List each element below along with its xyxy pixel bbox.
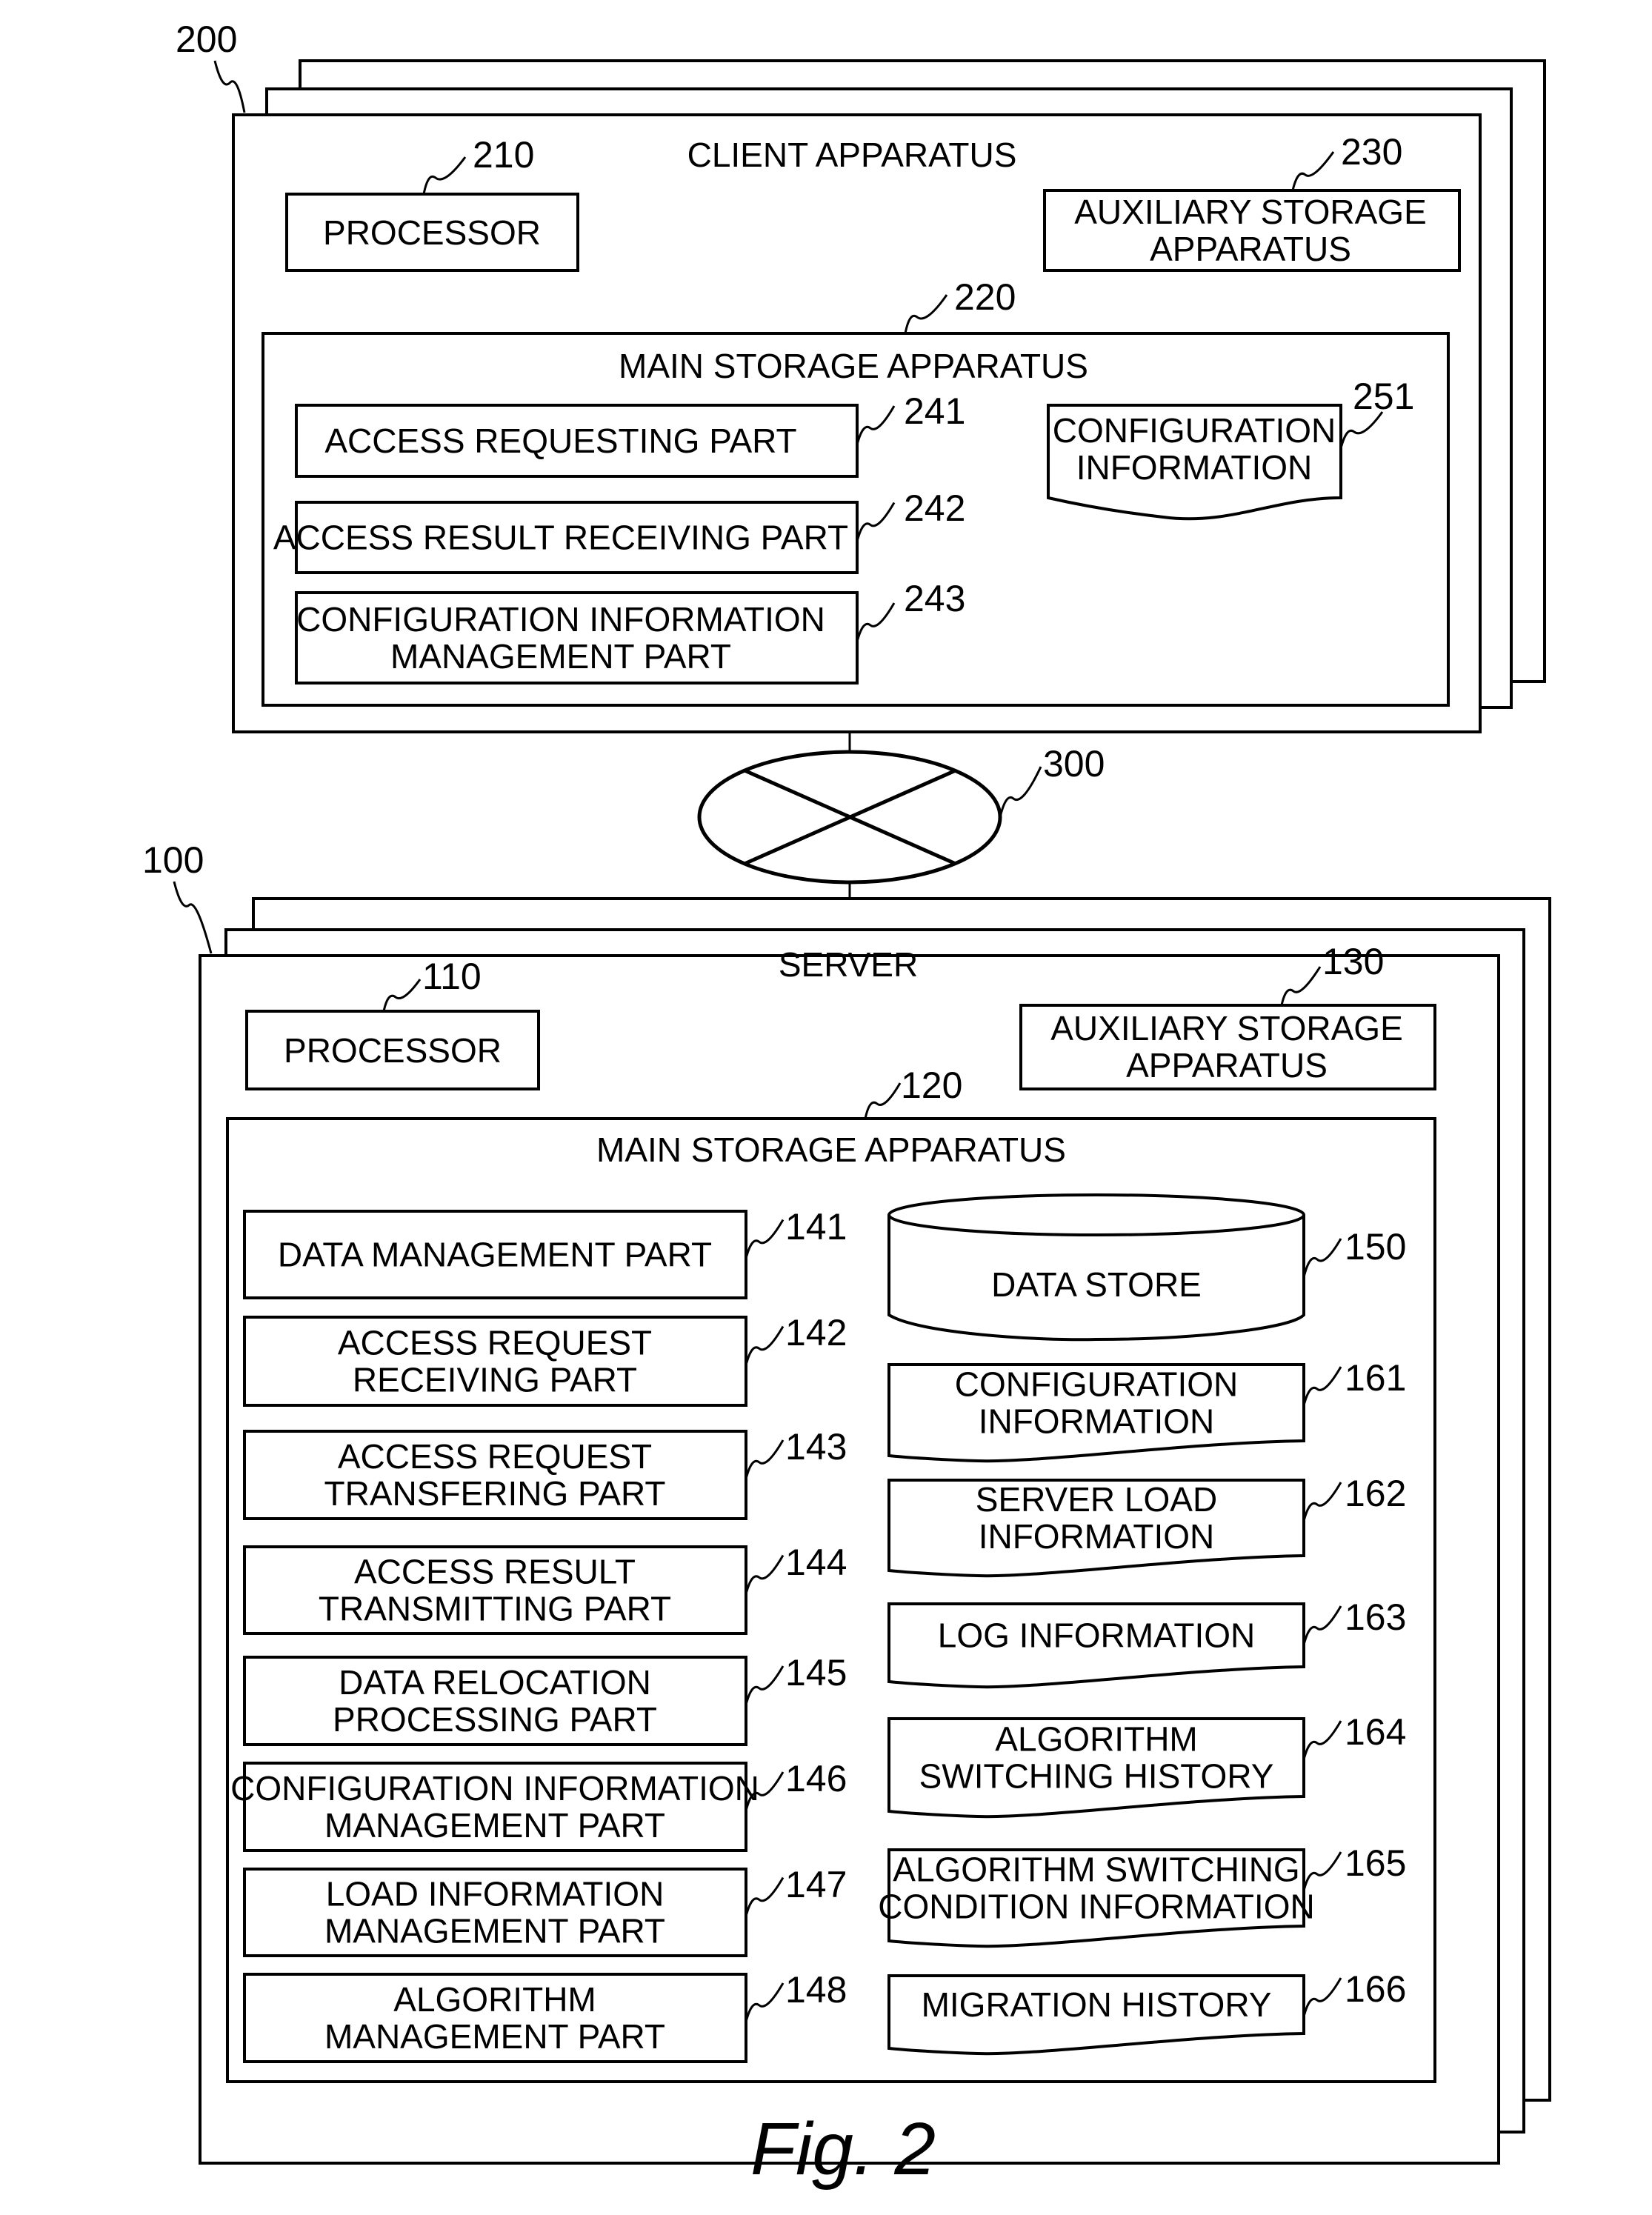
client-config-info-ref: 251 bbox=[1353, 376, 1414, 417]
client-processor-ref: 210 bbox=[473, 134, 534, 176]
network-ref: 300 bbox=[1043, 743, 1105, 785]
server: 100 SERVER PROCESSOR 110 AUXILIARY STORA… bbox=[142, 839, 1551, 2165]
label-line: DATA RELOCATION bbox=[339, 1663, 651, 1702]
server-aux-ref: 130 bbox=[1322, 941, 1384, 982]
part-ref: 142 bbox=[785, 1312, 847, 1353]
server-main-storage-title: MAIN STORAGE APPARATUS bbox=[596, 1130, 1066, 1169]
part-ref: 147 bbox=[785, 1864, 847, 1905]
part-ref: 242 bbox=[904, 487, 965, 529]
server-main-ref: 120 bbox=[901, 1065, 962, 1106]
label-line: ACCESS REQUEST bbox=[338, 1437, 652, 1476]
label-line: TRANSMITTING PART bbox=[319, 1590, 671, 1628]
part-ref: 143 bbox=[785, 1426, 847, 1468]
client-main-ref: 220 bbox=[954, 276, 1016, 318]
label-line: TRANSFERING PART bbox=[324, 1474, 666, 1513]
label-line: INFORMATION bbox=[1076, 448, 1313, 487]
label-line: LOG INFORMATION bbox=[938, 1616, 1256, 1655]
server-processor-label: PROCESSOR bbox=[284, 1031, 502, 1070]
label-line: DATA MANAGEMENT PART bbox=[278, 1236, 712, 1274]
system-configuration-diagram: 200 CLIENT APPARATUS PROCESSOR 210 AUXIL… bbox=[142, 19, 1551, 2191]
data-ref: 161 bbox=[1345, 1357, 1406, 1399]
server-ref-label: 100 bbox=[142, 839, 204, 881]
data-ref: 164 bbox=[1345, 1711, 1406, 1753]
client-processor-label: PROCESSOR bbox=[323, 213, 541, 252]
client-aux-ref: 230 bbox=[1341, 131, 1402, 173]
part-ref: 146 bbox=[785, 1758, 847, 1799]
data-store-ref: 150 bbox=[1345, 1226, 1406, 1268]
data-store-label: DATA STORE bbox=[991, 1265, 1202, 1304]
part-ref: 148 bbox=[785, 1969, 847, 2011]
label-line: CONDITION INFORMATION bbox=[878, 1888, 1314, 1926]
label-line: PROCESSOR bbox=[323, 213, 541, 252]
label-line: SERVER LOAD bbox=[976, 1480, 1217, 1519]
label-line: ACCESS REQUEST bbox=[338, 1324, 652, 1362]
server-title: SERVER bbox=[779, 945, 918, 984]
label-line: ACCESS RESULT bbox=[354, 1553, 636, 1591]
label-line: SWITCHING HISTORY bbox=[919, 1757, 1274, 1796]
part-ref: 144 bbox=[785, 1542, 847, 1583]
label-line: RECEIVING PART bbox=[353, 1361, 637, 1399]
label-line: CONFIGURATION INFORMATION bbox=[230, 1769, 759, 1808]
data-ref: 162 bbox=[1345, 1473, 1406, 1514]
label-line: ALGORITHM SWITCHING bbox=[893, 1851, 1299, 1889]
part-ref: 241 bbox=[904, 390, 965, 432]
label-line: ALGORITHM bbox=[995, 1720, 1197, 1759]
label-line: CONFIGURATION bbox=[1053, 411, 1336, 450]
data-ref: 165 bbox=[1345, 1842, 1406, 1884]
network-leader bbox=[999, 766, 1042, 818]
data-store-cylinder-top bbox=[887, 1193, 1305, 1236]
label-line: APPARATUS bbox=[1150, 230, 1351, 268]
label-line: APPARATUS bbox=[1126, 1046, 1328, 1085]
label-line: LOAD INFORMATION bbox=[326, 1875, 665, 1913]
client-title: CLIENT APPARATUS bbox=[687, 136, 1017, 174]
label-line: AUXILIARY STORAGE bbox=[1050, 1009, 1403, 1047]
label-line: MANAGEMENT PART bbox=[324, 1806, 665, 1845]
network: 300 bbox=[697, 732, 1105, 899]
label-line: ACCESS REQUESTING PART bbox=[324, 422, 796, 460]
client-ref-label: 200 bbox=[176, 19, 237, 60]
data-ref: 166 bbox=[1345, 1968, 1406, 2010]
part-ref: 243 bbox=[904, 578, 965, 619]
label-line: INFORMATION bbox=[979, 1402, 1215, 1441]
label-line: MANAGEMENT PART bbox=[324, 2017, 665, 2056]
label-line: ACCESS RESULT RECEIVING PART bbox=[273, 519, 848, 557]
client-apparatus: 200 CLIENT APPARATUS PROCESSOR 210 AUXIL… bbox=[176, 19, 1546, 733]
label-line: AUXILIARY STORAGE bbox=[1074, 193, 1427, 231]
server-processor-ref: 110 bbox=[422, 956, 482, 997]
label-line: INFORMATION bbox=[979, 1517, 1215, 1556]
figure-caption: Fig. 2 bbox=[750, 2108, 936, 2191]
label-line: CONFIGURATION INFORMATION bbox=[296, 600, 825, 639]
label-line: DATA STORE bbox=[991, 1265, 1202, 1304]
label-line: CONFIGURATION bbox=[955, 1365, 1238, 1404]
client-main-storage-title: MAIN STORAGE APPARATUS bbox=[619, 347, 1088, 385]
client-leader-squiggle bbox=[213, 60, 246, 113]
client-config-info-label: CONFIGURATIONINFORMATION bbox=[1053, 411, 1336, 487]
label-line: MIGRATION HISTORY bbox=[922, 1985, 1272, 2024]
label-line: ALGORITHM bbox=[393, 1980, 596, 2019]
label-line: PROCESSOR bbox=[284, 1031, 502, 1070]
label-line: MANAGEMENT PART bbox=[390, 637, 731, 676]
part-ref: 145 bbox=[785, 1652, 847, 1693]
data-ref: 163 bbox=[1345, 1596, 1406, 1638]
label-line: PROCESSING PART bbox=[333, 1700, 657, 1739]
server-leader-squiggle bbox=[173, 881, 213, 954]
label-line: MANAGEMENT PART bbox=[324, 1912, 665, 1951]
part-ref: 141 bbox=[785, 1206, 847, 1248]
